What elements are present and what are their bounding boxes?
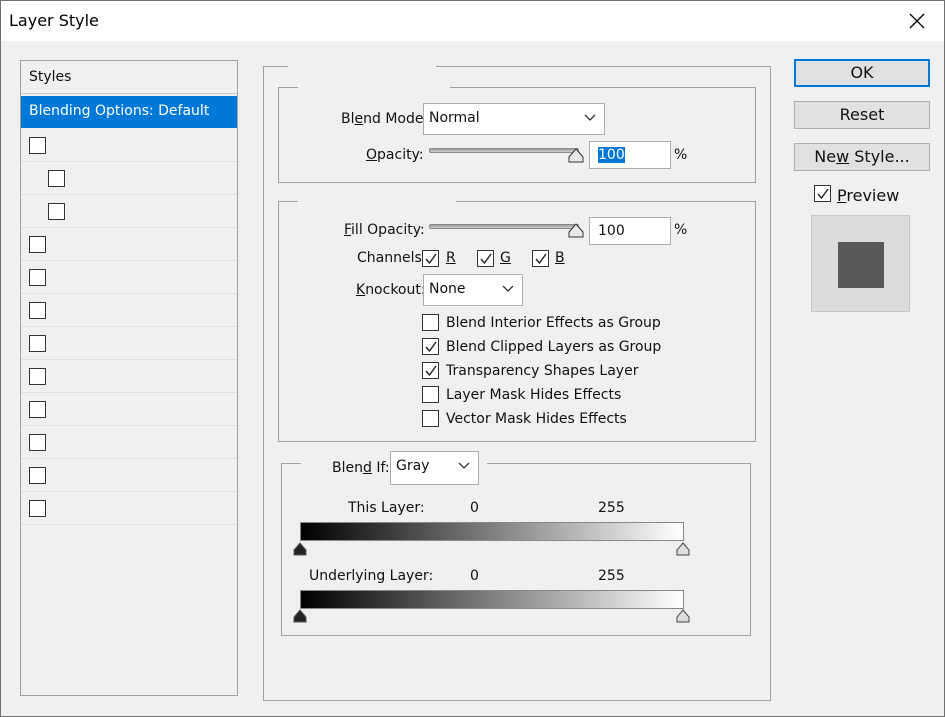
this-layer-black-handle[interactable] bbox=[292, 542, 308, 556]
blend-clipped-checkbox[interactable] bbox=[422, 338, 439, 355]
style-item-checkbox[interactable] bbox=[29, 401, 46, 418]
style-item-checkbox[interactable] bbox=[29, 467, 46, 484]
opacity-unit: % bbox=[674, 147, 688, 163]
blend-if-label: Blend If: bbox=[332, 460, 390, 476]
channel-g-label: G bbox=[500, 250, 511, 266]
fill-opacity-slider-track[interactable] bbox=[429, 224, 579, 229]
transparency-shapes-checkbox[interactable] bbox=[422, 362, 439, 379]
styles-list-item[interactable] bbox=[21, 195, 237, 228]
chevron-down-icon bbox=[584, 114, 596, 121]
new-style-button[interactable]: New Style... bbox=[794, 143, 930, 171]
channel-b-label: B bbox=[555, 250, 565, 266]
preview-swatch bbox=[838, 242, 884, 288]
opacity-input[interactable]: 100 bbox=[589, 141, 671, 169]
opacity-slider-handle[interactable] bbox=[567, 148, 585, 163]
styles-list-item[interactable] bbox=[21, 162, 237, 195]
opacity-slider-track[interactable] bbox=[429, 148, 579, 153]
fill-opacity-input[interactable]: 100 bbox=[589, 217, 671, 245]
underlying-layer-gradient bbox=[300, 590, 684, 609]
underlying-layer-max: 255 bbox=[598, 568, 625, 584]
knockout-value: None bbox=[429, 281, 466, 297]
vector-mask-hides-checkbox[interactable] bbox=[422, 410, 439, 427]
opacity-label: Opacity: bbox=[366, 147, 424, 163]
ok-button[interactable]: OK bbox=[794, 59, 930, 87]
style-item-checkbox[interactable] bbox=[48, 203, 65, 220]
style-item-checkbox[interactable] bbox=[29, 137, 46, 154]
styles-list-item[interactable] bbox=[21, 360, 237, 393]
styles-list-item[interactable] bbox=[21, 294, 237, 327]
style-item-checkbox[interactable] bbox=[29, 269, 46, 286]
blend-interior-checkbox[interactable] bbox=[422, 314, 439, 331]
blend-if-select[interactable]: Gray bbox=[390, 451, 479, 485]
style-item-checkbox[interactable] bbox=[29, 368, 46, 385]
channel-g-checkbox[interactable] bbox=[477, 250, 494, 267]
channel-r-label: R bbox=[446, 250, 456, 266]
fill-opacity-unit: % bbox=[674, 222, 688, 238]
styles-list-item[interactable] bbox=[21, 459, 237, 492]
this-layer-max: 255 bbox=[598, 500, 625, 516]
preview-thumbnail bbox=[811, 215, 910, 312]
vector-mask-hides-label: Vector Mask Hides Effects bbox=[446, 411, 627, 427]
styles-list-item[interactable] bbox=[21, 426, 237, 459]
style-item-checkbox[interactable] bbox=[29, 335, 46, 352]
underlying-layer-label: Underlying Layer: bbox=[309, 568, 434, 584]
blend-mode-label: Blend Mode: bbox=[341, 111, 429, 127]
style-item-checkbox[interactable] bbox=[48, 170, 65, 187]
this-layer-white-handle[interactable] bbox=[675, 542, 691, 556]
knockout-select[interactable]: None bbox=[423, 274, 523, 306]
styles-list-item[interactable] bbox=[21, 393, 237, 426]
style-item-checkbox[interactable] bbox=[29, 434, 46, 451]
fill-opacity-slider-handle[interactable] bbox=[567, 223, 585, 238]
window-title: Layer Style bbox=[9, 11, 99, 30]
styles-list-item[interactable] bbox=[21, 228, 237, 261]
this-layer-label: This Layer: bbox=[348, 500, 425, 516]
close-icon[interactable] bbox=[900, 5, 934, 37]
preview-label: Preview bbox=[837, 186, 900, 205]
styles-list-item[interactable] bbox=[21, 261, 237, 294]
blend-mode-select[interactable]: Normal bbox=[423, 103, 605, 135]
blend-if-value: Gray bbox=[396, 458, 430, 474]
styles-list-item[interactable] bbox=[21, 327, 237, 360]
channel-r-checkbox[interactable] bbox=[422, 250, 439, 267]
style-item-checkbox[interactable] bbox=[29, 302, 46, 319]
chevron-down-icon bbox=[458, 462, 470, 469]
channel-b-checkbox[interactable] bbox=[532, 250, 549, 267]
this-layer-gradient bbox=[300, 522, 684, 541]
layer-mask-hides-label: Layer Mask Hides Effects bbox=[446, 387, 622, 403]
styles-list: Styles Blending Options: Default bbox=[20, 60, 238, 696]
blend-mode-value: Normal bbox=[429, 110, 480, 126]
styles-header[interactable]: Styles bbox=[21, 61, 237, 94]
layer-mask-hides-checkbox[interactable] bbox=[422, 386, 439, 403]
reset-button[interactable]: Reset bbox=[794, 101, 930, 129]
channels-label: Channels: bbox=[357, 250, 427, 266]
knockout-label: Knockout: bbox=[356, 282, 426, 298]
fill-opacity-label: Fill Opacity: bbox=[344, 222, 425, 238]
underlying-layer-white-handle[interactable] bbox=[675, 609, 691, 623]
style-item-checkbox[interactable] bbox=[29, 500, 46, 517]
underlying-layer-min: 0 bbox=[470, 568, 479, 584]
general-blending-group bbox=[278, 87, 756, 183]
chevron-down-icon bbox=[502, 285, 514, 292]
underlying-layer-black-handle[interactable] bbox=[292, 609, 308, 623]
styles-list-item[interactable] bbox=[21, 492, 237, 525]
styles-item-blending-options[interactable]: Blending Options: Default bbox=[21, 96, 237, 128]
preview-checkbox[interactable] bbox=[814, 185, 831, 202]
title-bar: Layer Style bbox=[1, 1, 944, 41]
this-layer-min: 0 bbox=[470, 500, 479, 516]
blend-clipped-label: Blend Clipped Layers as Group bbox=[446, 339, 662, 355]
layer-style-dialog: Layer Style Styles Blending Options: Def… bbox=[0, 0, 945, 717]
styles-list-item[interactable] bbox=[21, 129, 237, 162]
style-item-checkbox[interactable] bbox=[29, 236, 46, 253]
transparency-shapes-label: Transparency Shapes Layer bbox=[446, 363, 639, 379]
blend-interior-label: Blend Interior Effects as Group bbox=[446, 315, 661, 331]
